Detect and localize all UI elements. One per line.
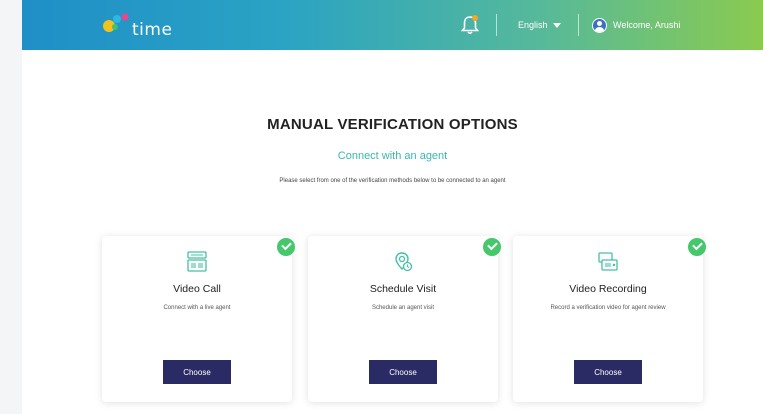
language-label: English: [518, 20, 548, 30]
card-description: Record a verification video for agent re…: [550, 305, 666, 311]
card-title: Video Recording: [569, 283, 647, 295]
option-card-video-recording[interactable]: Video Recording Record a verification vi…: [513, 236, 706, 402]
page: time English Welcome, Arushi MANUAL VERI…: [0, 0, 763, 414]
schedule-visit-icon: [392, 251, 414, 273]
main-content: MANUAL VERIFICATION OPTIONS Connect with…: [22, 50, 763, 414]
logo-mark-icon: [103, 13, 129, 32]
top-header: time English Welcome, Arushi: [22, 0, 763, 50]
card-title: Schedule Visit: [369, 283, 437, 295]
choose-video-call-button[interactable]: Choose: [163, 360, 231, 384]
check-icon: [688, 238, 706, 256]
header-divider: [578, 14, 579, 36]
card-description: Connect with a live agent: [163, 305, 231, 311]
option-card-schedule-visit[interactable]: Schedule Visit Schedule an agent visit C…: [308, 236, 501, 402]
header-divider: [496, 14, 497, 36]
video-recording-icon: [597, 251, 619, 273]
user-avatar-icon: [592, 17, 607, 33]
language-selector[interactable]: English: [518, 17, 561, 33]
card-description: Schedule an agent visit: [371, 305, 435, 311]
chevron-down-icon: [552, 22, 561, 28]
logo-text: time: [132, 20, 173, 40]
choose-schedule-visit-button[interactable]: Choose: [369, 360, 437, 384]
page-subtitle: Connect with an agent: [337, 150, 448, 162]
page-description: Please select from one of the verificati…: [279, 178, 506, 184]
option-card-video-call[interactable]: Video Call Connect with a live agent Cho…: [102, 236, 295, 402]
welcome-text: Welcome, Arushi: [613, 20, 681, 30]
page-title: MANUAL VERIFICATION OPTIONS: [267, 116, 518, 133]
check-icon: [483, 238, 501, 256]
user-menu[interactable]: Welcome, Arushi: [592, 15, 680, 35]
video-call-icon: [186, 251, 208, 273]
notification-bell-icon[interactable]: [458, 13, 482, 37]
check-icon: [277, 238, 295, 256]
app-logo[interactable]: time: [100, 10, 190, 42]
choose-video-recording-button[interactable]: Choose: [574, 360, 642, 384]
card-title: Video Call: [173, 283, 221, 295]
